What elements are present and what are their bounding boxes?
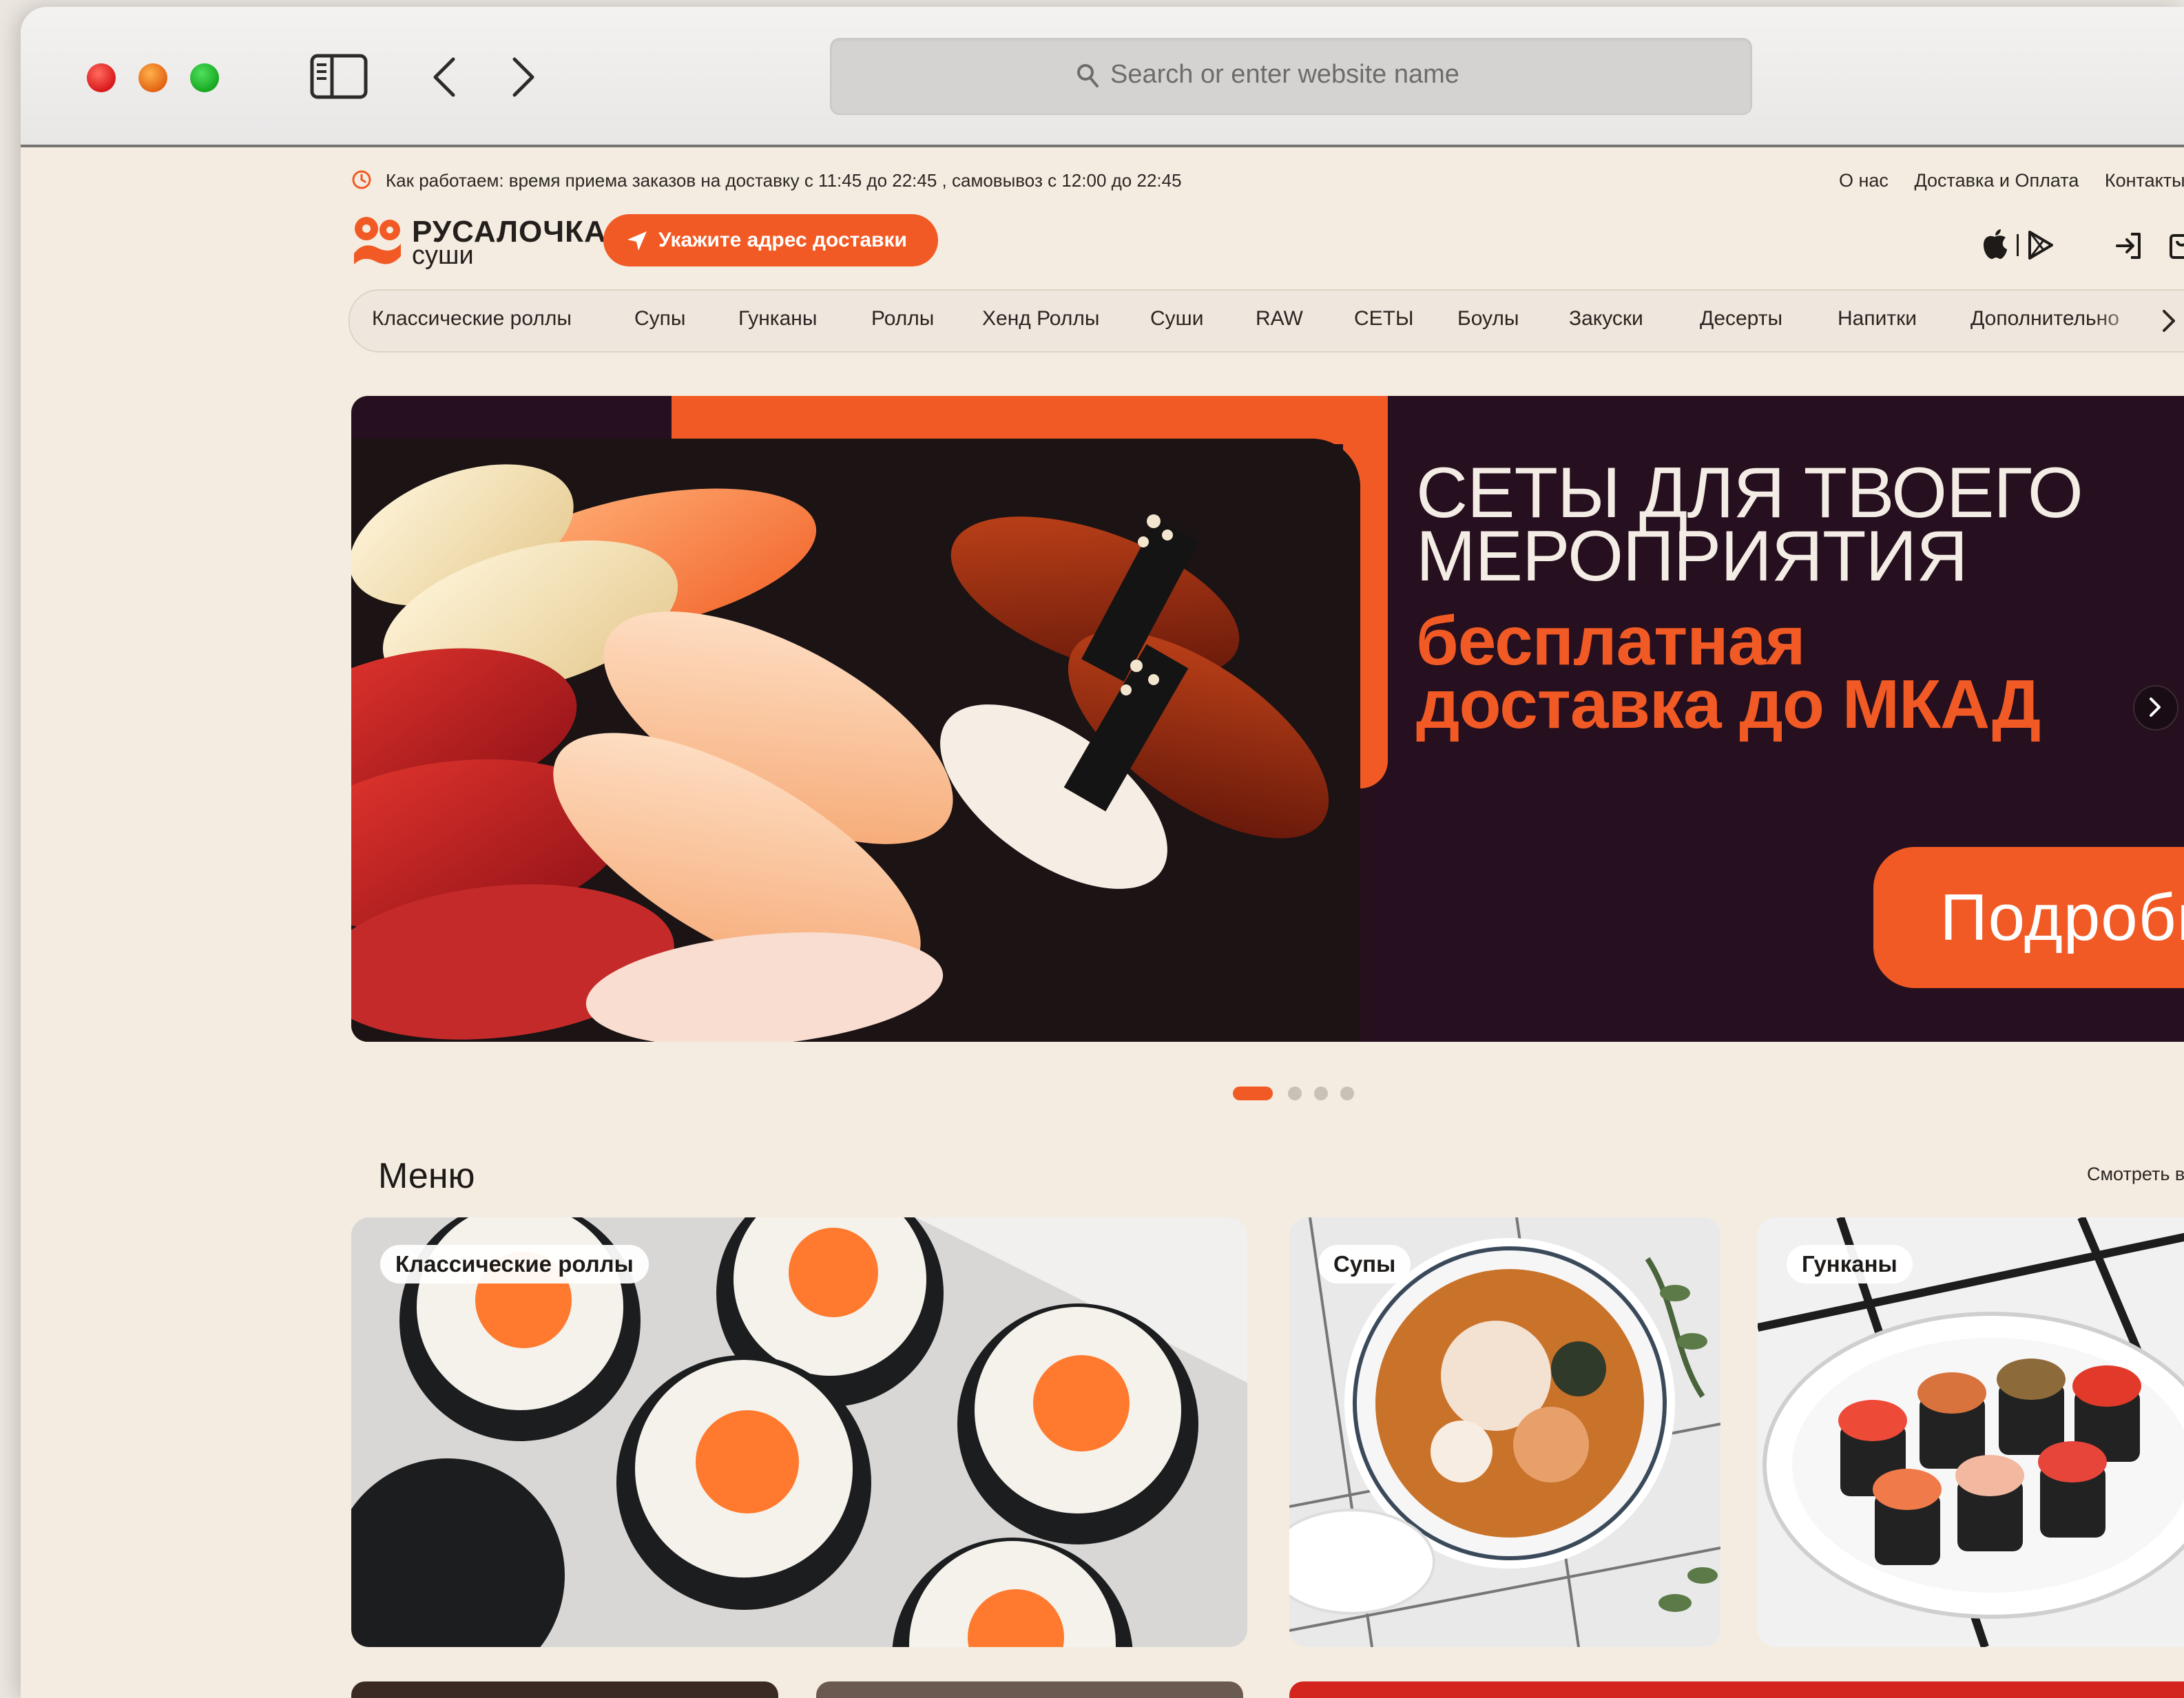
category-sets[interactable]: СЕТЫ [1354, 307, 1414, 331]
category-desserts[interactable]: Десерты [1700, 307, 1782, 331]
working-hours-text: Как работаем: время приема заказов на до… [386, 170, 1182, 191]
category-snacks[interactable]: Закуски [1569, 307, 1643, 331]
menu-card-label: Гунканы [1787, 1245, 1913, 1283]
see-all-link[interactable]: Смотреть все [2087, 1164, 2184, 1185]
address-bar[interactable]: Search or enter website name [830, 38, 1752, 115]
category-classic-rolls[interactable]: Классические роллы [372, 307, 572, 331]
menu-card-label: Классические роллы [380, 1245, 649, 1283]
category-bowls[interactable]: Боулы [1457, 307, 1519, 331]
contacts-link[interactable]: Контакты [2105, 170, 2184, 191]
browser-toolbar: Search or enter website name [21, 7, 2184, 147]
carousel-dot-2[interactable] [1288, 1087, 1302, 1100]
address-bar-placeholder: Search or enter website name [1110, 60, 1459, 89]
hero-accent-strip [672, 396, 1388, 444]
nav-fade [2092, 291, 2154, 351]
icon-divider [2017, 234, 2019, 256]
menu-card-label: Супы [1318, 1245, 1411, 1283]
back-arrow-icon[interactable] [427, 55, 461, 99]
info-bar: Как работаем: время приема заказов на до… [21, 145, 2184, 213]
minimize-window-button[interactable] [138, 63, 167, 92]
carousel-dot-3[interactable] [1314, 1087, 1328, 1100]
hero-title: СЕТЫ ДЛЯ ТВОЕГО МЕРОПРИЯТИЯ [1416, 453, 2083, 596]
hero-sushi-image [351, 439, 1360, 1042]
browser-window: Search or enter website name Как работае… [21, 7, 2184, 1698]
menu-card-partial-2[interactable] [816, 1681, 1243, 1698]
carousel-dot-4[interactable] [1340, 1087, 1354, 1100]
category-gunkans[interactable]: Гунканы [738, 307, 817, 331]
sidebar-toggle-icon[interactable] [310, 54, 368, 99]
category-raw[interactable]: RAW [1256, 307, 1303, 331]
category-nav: Классические роллы Супы Гунканы Роллы Хе… [349, 289, 2184, 353]
delivery-address-label: Укажите адрес доставки [658, 229, 907, 251]
carousel-next-button[interactable] [2133, 685, 2178, 731]
chevron-right-icon [2150, 698, 2161, 717]
menu-card-gunkans[interactable]: Гунканы [1758, 1217, 2184, 1647]
menu-card-soups[interactable]: Супы [1289, 1217, 1720, 1647]
hero-more-button[interactable]: Подробнее [1873, 847, 2184, 988]
forward-arrow-icon[interactable] [506, 55, 541, 99]
category-drinks[interactable]: Напитки [1838, 307, 1917, 331]
close-window-button[interactable] [87, 63, 116, 92]
apple-icon[interactable] [1981, 229, 2008, 260]
search-icon [1077, 64, 1099, 87]
hero-subtitle: бесплатная доставка до МКАД [1416, 602, 2041, 743]
google-play-icon[interactable] [2026, 230, 2055, 260]
login-icon[interactable] [2114, 231, 2143, 260]
location-arrow-icon [627, 231, 647, 251]
menu-card-classic-rolls[interactable]: Классические роллы [351, 1217, 1247, 1647]
brand-logo-icon[interactable] [350, 213, 405, 269]
carousel-dot-1[interactable] [1233, 1087, 1273, 1100]
clock-icon [352, 170, 371, 189]
zoom-window-button[interactable] [190, 63, 219, 92]
menu-section-title: Меню [378, 1156, 475, 1196]
menu-card-partial-3[interactable] [1289, 1681, 2184, 1698]
category-hand-rolls[interactable]: Хенд Роллы [982, 307, 1099, 331]
about-link[interactable]: О нас [1839, 170, 1889, 191]
category-sushi[interactable]: Суши [1150, 307, 1204, 331]
category-soups[interactable]: Супы [634, 307, 685, 331]
menu-card-partial-1[interactable] [351, 1681, 778, 1698]
category-rolls[interactable]: Роллы [871, 307, 934, 331]
cart-bag-icon[interactable] [2168, 229, 2184, 260]
hero-banner[interactable]: СЕТЫ ДЛЯ ТВОЕГО МЕРОПРИЯТИЯ бесплатная д… [351, 396, 2184, 1042]
chevron-right-icon[interactable] [2160, 308, 2178, 333]
top-links: О нас Доставка и Оплата Контакты [1839, 170, 2184, 191]
delivery-payment-link[interactable]: Доставка и Оплата [1914, 170, 2079, 191]
delivery-address-button[interactable]: Укажите адрес доставки [603, 214, 938, 266]
brand-subtitle[interactable]: суши [412, 241, 474, 271]
